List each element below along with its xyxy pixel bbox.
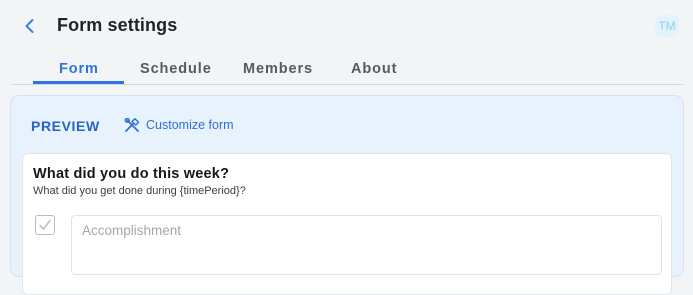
tab-members[interactable]: Members — [243, 61, 313, 77]
preview-label: PREVIEW — [31, 118, 100, 134]
checkmark-icon — [39, 219, 51, 230]
customize-form-label: Customize form — [146, 118, 234, 132]
question-title: What did you do this week? — [33, 166, 230, 182]
tools-icon — [124, 117, 140, 132]
tab-about[interactable]: About — [351, 61, 397, 77]
tab-bar: Form Schedule Members About — [11, 54, 683, 85]
active-tab-indicator — [33, 81, 124, 84]
customize-form-button[interactable]: Customize form — [124, 116, 234, 134]
question-description: What did you get done during {timePeriod… — [33, 185, 246, 197]
page-title: Form settings — [57, 15, 178, 35]
completion-checkbox[interactable] — [35, 215, 55, 235]
tab-form[interactable]: Form — [59, 61, 99, 77]
chevron-left-icon — [25, 19, 34, 33]
avatar[interactable]: TM — [655, 15, 679, 37]
header: Form settings TM — [0, 0, 693, 54]
question-card: What did you do this week? What did you … — [22, 153, 672, 295]
accomplishment-input[interactable] — [71, 215, 662, 275]
back-button[interactable] — [20, 16, 40, 36]
tab-schedule[interactable]: Schedule — [140, 61, 212, 77]
preview-panel: PREVIEW Customize form What did you do t… — [10, 95, 684, 295]
